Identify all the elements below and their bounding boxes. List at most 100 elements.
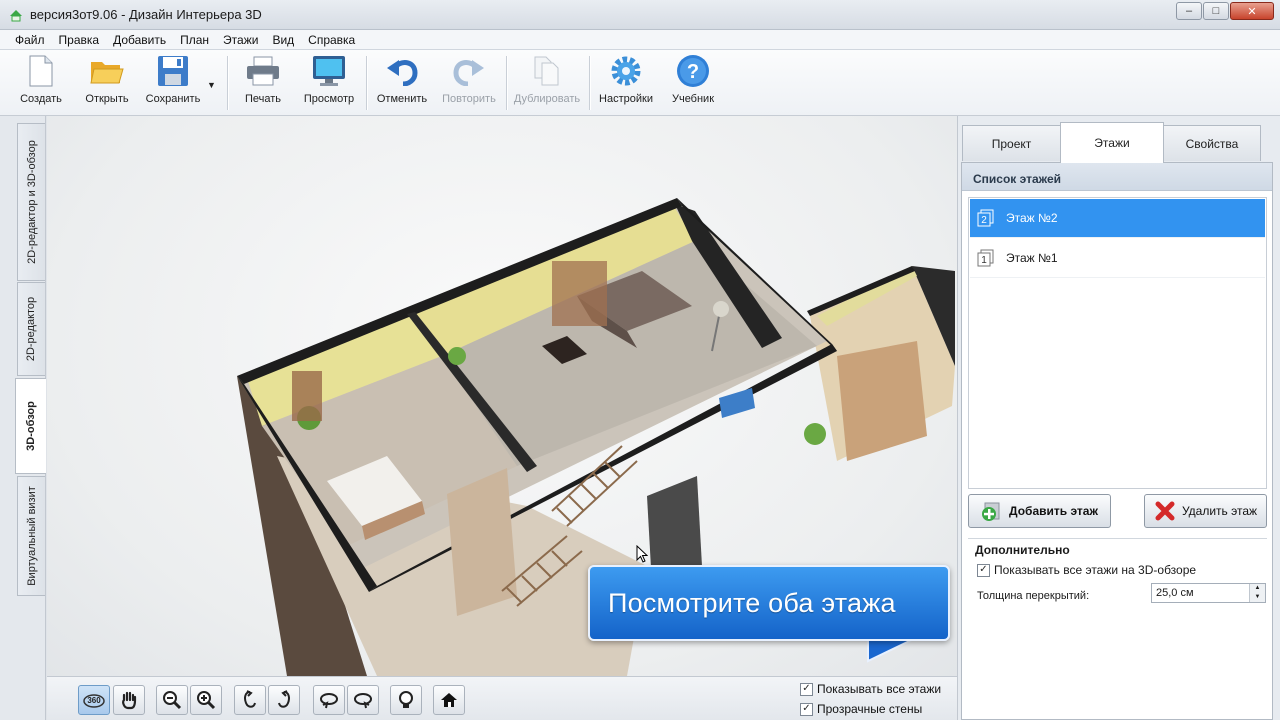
svg-text:360: 360 [87, 696, 101, 705]
minimize-button[interactable]: – [1176, 2, 1202, 20]
view-mode-tabs: 2D-редактор и 3D-обзор 2D-редактор 3D-об… [0, 116, 46, 720]
maximize-button[interactable]: □ [1203, 2, 1229, 20]
light-button[interactable] [390, 685, 422, 715]
zoom-out-button[interactable] [156, 685, 188, 715]
floor-number-icon: 2 [977, 209, 994, 227]
callout-box: Посмотрите оба этажа [588, 565, 950, 641]
svg-text:1: 1 [981, 255, 987, 266]
monitor-icon [313, 56, 345, 86]
navigation-bar: 360 ✓ Показывать все этажи ✓ Прозрачные … [47, 676, 957, 720]
floor-list: 2 Этаж №2 1 Этаж №1 [968, 197, 1267, 489]
minimize-icon: – [1185, 5, 1193, 17]
menu-floors[interactable]: Этажи [216, 33, 265, 47]
menu-bar: Файл Правка Добавить План Этажи Вид Спра… [0, 30, 1280, 50]
app-logo-icon [10, 10, 22, 22]
undo-button[interactable]: Отменить [376, 54, 428, 112]
toolbar-separator [227, 56, 228, 110]
zoom-in-icon [197, 691, 216, 710]
transparent-walls-checkbox[interactable]: ✓ Прозрачные стены [800, 702, 922, 716]
tab-3d-view[interactable]: 3D-обзор [15, 378, 46, 474]
menu-add[interactable]: Добавить [106, 33, 173, 47]
zoom-out-icon [163, 691, 182, 710]
pan-button[interactable] [113, 685, 145, 715]
rotate-left-button[interactable] [234, 685, 266, 715]
floors-panel: Список этажей 2 Этаж №2 1 Этаж №1 Добави… [961, 162, 1273, 720]
home-view-button[interactable] [433, 685, 465, 715]
new-document-icon [29, 55, 53, 87]
tab-properties[interactable]: Свойства [1163, 125, 1261, 161]
tab-project[interactable]: Проект [962, 125, 1061, 161]
tab-floors[interactable]: Этажи [1060, 122, 1164, 163]
settings-button[interactable]: Настройки [597, 54, 655, 112]
rotate-right-button[interactable] [268, 685, 300, 715]
print-button[interactable]: Печать [240, 54, 286, 112]
delete-cross-icon [1155, 501, 1175, 521]
stepper-down-icon[interactable]: ▼ [1250, 593, 1265, 602]
duplicate-button[interactable]: Дублировать [512, 54, 582, 112]
callout-text: Посмотрите оба этажа [608, 587, 896, 618]
checkbox-checked-icon: ✓ [800, 702, 813, 716]
close-button[interactable]: ✕ [1230, 2, 1274, 20]
toolbar: Создать Открыть Сохранить ▼ Печать Просм… [0, 50, 1280, 116]
folder-icon [90, 62, 124, 84]
menu-plan[interactable]: План [173, 33, 216, 47]
toolbar-separator [506, 56, 507, 110]
printer-icon [247, 56, 279, 86]
show-all-floors-3d-checkbox[interactable]: ✓ Показывать все этажи на 3D-обзоре [977, 563, 1196, 577]
tutorial-button[interactable]: ? Учебник [669, 54, 717, 112]
show-all-floors-checkbox[interactable]: ✓ Показывать все этажи [800, 682, 941, 696]
slab-thickness-stepper[interactable]: 25,0 см ▲ ▼ [1151, 583, 1266, 603]
menu-file[interactable]: Файл [8, 33, 52, 47]
add-floor-button[interactable]: Добавить этаж [968, 494, 1111, 528]
redo-icon [453, 60, 484, 86]
help-icon: ? [677, 55, 709, 87]
undo-icon [387, 60, 418, 86]
save-button[interactable]: Сохранить [144, 54, 202, 112]
slab-thickness-label: Толщина перекрытий: [977, 590, 1090, 602]
floor-item-1[interactable]: 1 Этаж №1 [970, 239, 1265, 278]
tilt-up-button[interactable] [347, 685, 379, 715]
floppy-disk-icon [158, 56, 188, 86]
stepper-buttons[interactable]: ▲ ▼ [1249, 584, 1265, 602]
menu-help[interactable]: Справка [301, 33, 362, 47]
tab-2d-editor[interactable]: 2D-редактор [17, 282, 45, 376]
callout-bubble: Посмотрите оба этажа [588, 565, 952, 663]
home-icon [441, 693, 457, 707]
close-icon: ✕ [1247, 5, 1257, 18]
floor-list-header: Список этажей [962, 163, 1272, 191]
mouse-cursor-icon [636, 545, 648, 563]
floor-item-2[interactable]: 2 Этаж №2 [970, 199, 1265, 238]
add-floor-icon [982, 502, 1000, 521]
window-controls: – □ ✕ [1175, 2, 1274, 20]
view-360-button[interactable]: 360 [78, 685, 110, 715]
tab-virtual-visit[interactable]: Виртуальный визит [17, 476, 45, 596]
create-button[interactable]: Создать [18, 54, 64, 112]
checkbox-checked-icon: ✓ [977, 563, 990, 577]
menu-edit[interactable]: Правка [52, 33, 107, 47]
tilt-down-button[interactable] [313, 685, 345, 715]
zoom-in-button[interactable] [190, 685, 222, 715]
redo-button[interactable]: Повторить [440, 54, 498, 112]
window-title: версия3от9.06 - Дизайн Интерьера 3D [30, 7, 262, 22]
floor-number-icon: 1 [977, 249, 994, 267]
title-bar: версия3от9.06 - Дизайн Интерьера 3D – □ … [0, 0, 1280, 30]
hand-icon [122, 691, 137, 710]
light-bulb-icon [399, 691, 413, 708]
tilt-up-icon [354, 693, 372, 709]
save-dropdown-arrow-icon[interactable]: ▼ [207, 80, 216, 90]
rotate-right-icon [278, 690, 290, 708]
tab-2d-and-3d[interactable]: 2D-редактор и 3D-обзор [17, 123, 45, 281]
preview-button[interactable]: Просмотр [303, 54, 355, 112]
tilt-down-icon [320, 693, 338, 709]
rotate-left-icon [244, 690, 256, 708]
gear-icon [611, 56, 641, 86]
toolbar-separator [589, 56, 590, 110]
duplicate-icon [534, 56, 559, 86]
menu-view[interactable]: Вид [265, 33, 301, 47]
checkbox-checked-icon: ✓ [800, 682, 813, 696]
extra-options-title: Дополнительно [975, 543, 1070, 557]
delete-floor-button[interactable]: Удалить этаж [1144, 494, 1267, 528]
right-panel: Проект Этажи Свойства Список этажей 2 Эт… [957, 116, 1280, 720]
stepper-up-icon[interactable]: ▲ [1250, 584, 1265, 593]
open-button[interactable]: Открыть [82, 54, 132, 112]
